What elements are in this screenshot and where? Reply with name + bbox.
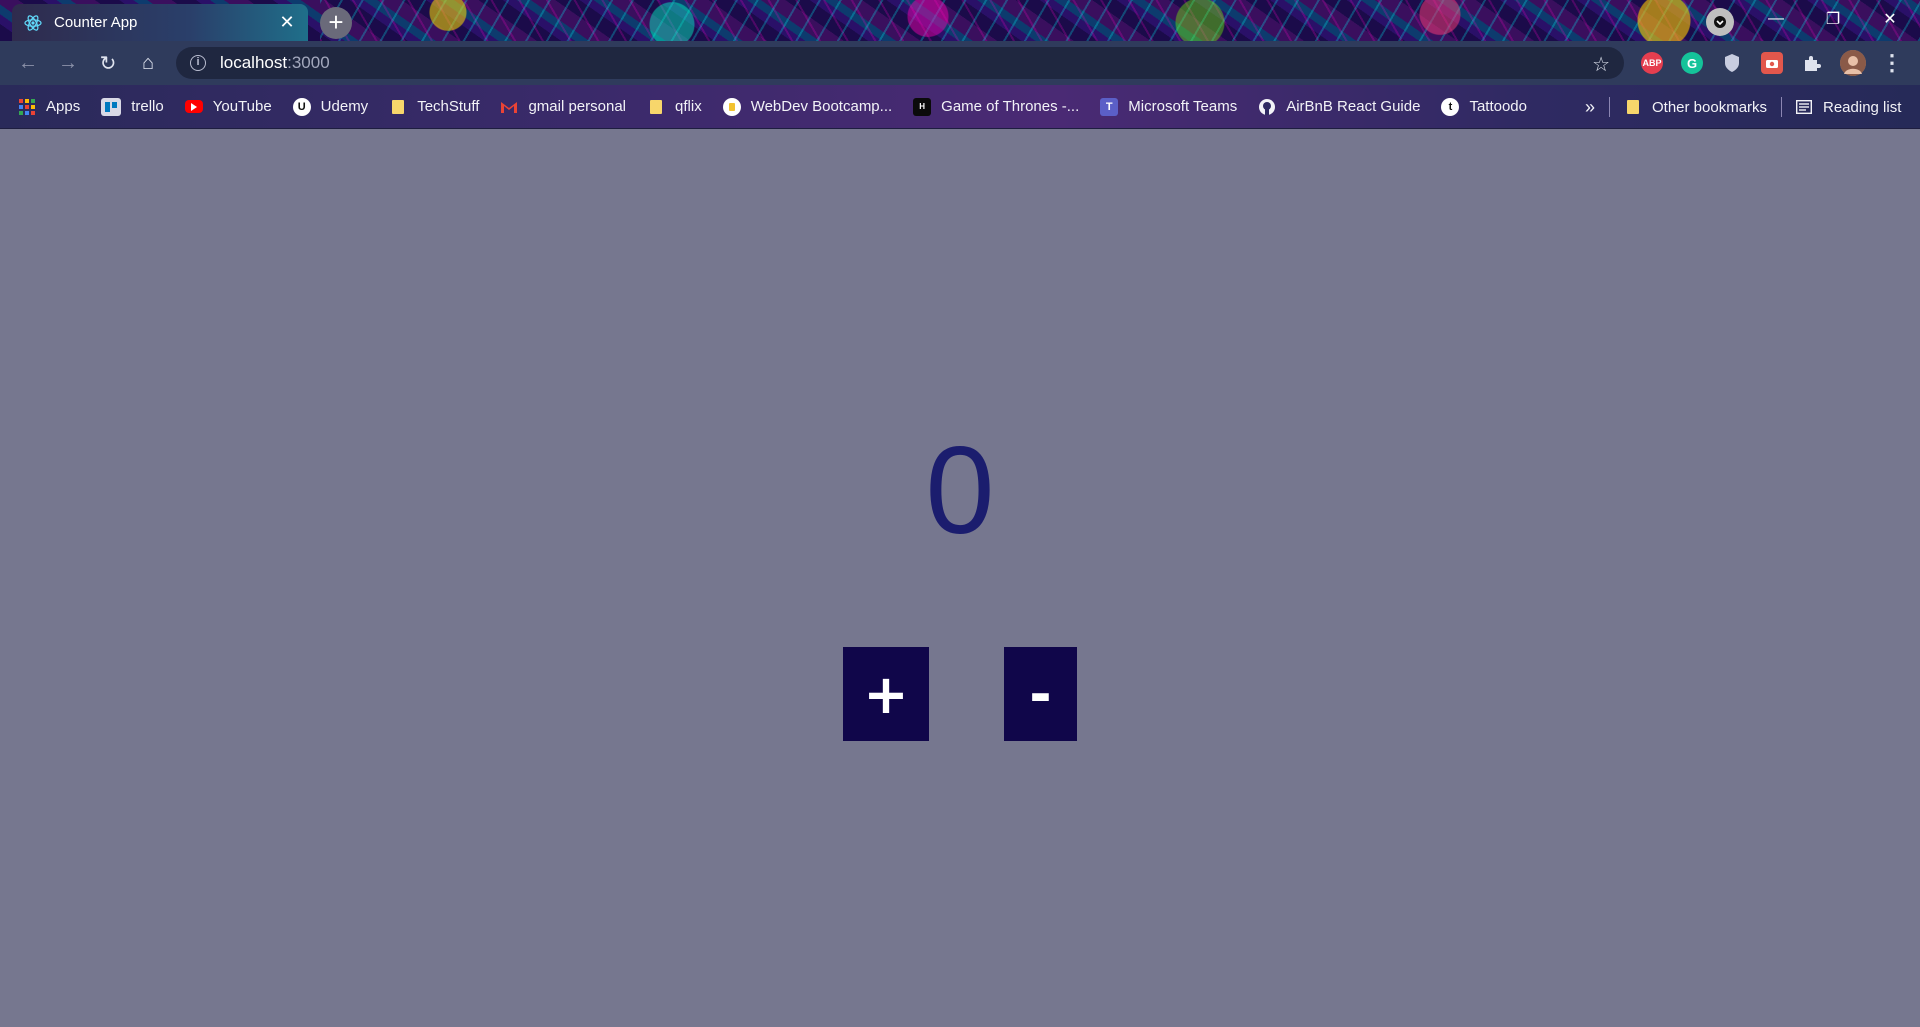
bookmark-label: Game of Thrones -... (941, 98, 1080, 115)
bookmark-airbnb-react-guide[interactable]: AirBnB React Guide (1258, 98, 1420, 116)
adblock-plus-icon[interactable]: ABP (1641, 52, 1663, 74)
bookmark-udemy[interactable]: U Udemy (292, 97, 369, 116)
bookmark-star-icon[interactable]: ☆ (1592, 52, 1610, 77)
site-info-icon[interactable]: i (190, 55, 206, 71)
tab-title: Counter App (54, 14, 138, 31)
bookmark-label: YouTube (212, 98, 272, 115)
tattoodo-icon: t (1441, 97, 1460, 116)
bookmark-tattoodo[interactable]: t Tattoodo (1441, 97, 1527, 116)
restore-button[interactable]: ❐ (1805, 0, 1861, 38)
other-bookmarks-label: Other bookmarks (1652, 98, 1768, 116)
reading-list-icon (1795, 98, 1813, 116)
tab-close-icon[interactable]: ✕ (278, 12, 296, 32)
minimize-button[interactable]: — (1748, 0, 1804, 38)
tab-counter-app[interactable]: Counter App ✕ (12, 4, 308, 41)
folder-icon (647, 98, 665, 116)
bookmark-microsoft-teams[interactable]: T Microsoft Teams (1100, 97, 1238, 116)
bookmark-label: qflix (675, 98, 702, 115)
bookmark-gmail[interactable]: gmail personal (500, 98, 626, 116)
teams-icon: T (1100, 97, 1119, 116)
bookmark-trello[interactable]: trello (101, 97, 164, 116)
bookmark-youtube[interactable]: YouTube (184, 98, 272, 115)
reading-list-label: Reading list (1823, 98, 1902, 116)
bookmarks-bar: Apps trello YouTube U Udemy TechStuff gm… (0, 85, 1920, 129)
new-tab-button[interactable]: + (320, 7, 352, 39)
page-viewport: 0 + - (0, 129, 1920, 1027)
address-bar[interactable]: i localhost:3000 ☆ (176, 47, 1624, 79)
apps-grid-icon (18, 98, 36, 116)
bookmarks-separator (1781, 97, 1782, 117)
decrement-button[interactable]: - (1004, 647, 1077, 741)
shield-extension-icon[interactable] (1721, 52, 1743, 74)
browser-title-bar: Counter App ✕ + — ❐ ✕ (0, 0, 1920, 41)
bookmark-label: trello (131, 98, 164, 115)
home-button[interactable]: ⌂ (132, 47, 164, 79)
bookmark-label: Microsoft Teams (1128, 98, 1238, 115)
back-button[interactable]: ← (12, 47, 44, 79)
folder-icon (1624, 98, 1642, 116)
bookmarks-overflow-button[interactable]: » (1585, 85, 1595, 129)
youtube-icon (184, 100, 203, 113)
trello-icon (101, 97, 122, 116)
bookmark-techstuff[interactable]: TechStuff (389, 98, 479, 116)
bootcamp-icon (722, 97, 741, 116)
bookmark-game-of-thrones[interactable]: H Game of Thrones -... (913, 97, 1080, 116)
counter-value: 0 (925, 422, 995, 560)
url-port: :3000 (287, 53, 330, 72)
hbo-icon: H (913, 97, 932, 116)
bookmark-label: TechStuff (417, 98, 480, 115)
reload-button[interactable]: ↻ (92, 47, 124, 79)
bookmark-qflix[interactable]: qflix (647, 98, 702, 116)
github-icon (1258, 98, 1276, 116)
url-host: localhost (220, 53, 288, 72)
bookmark-label: WebDev Bootcamp... (750, 98, 893, 115)
other-bookmarks[interactable]: Other bookmarks (1624, 85, 1767, 129)
profile-avatar[interactable] (1840, 50, 1866, 76)
bookmark-label: Tattoodo (1469, 98, 1527, 115)
theme-background (320, 0, 1920, 41)
reading-list[interactable]: Reading list (1795, 85, 1901, 129)
bookmarks-separator (1609, 97, 1610, 117)
forward-button[interactable]: → (52, 47, 84, 79)
bookmark-apps[interactable]: Apps (18, 98, 80, 116)
grammarly-icon[interactable]: G (1681, 52, 1703, 74)
increment-button[interactable]: + (843, 647, 929, 741)
bookmark-label: Udemy (320, 98, 369, 115)
bookmark-label: AirBnB React Guide (1286, 98, 1421, 115)
camera-extension-icon[interactable] (1761, 52, 1783, 74)
puzzle-extensions-icon[interactable] (1801, 52, 1823, 74)
bookmark-label: gmail personal (528, 98, 627, 115)
tab-search-icon[interactable] (1706, 8, 1734, 36)
browser-toolbar: ← → ↻ ⌂ i localhost:3000 ☆ ABP G ⋮ (0, 41, 1920, 85)
bookmark-webdev-bootcamp[interactable]: WebDev Bootcamp... (722, 97, 893, 116)
browser-menu-button[interactable]: ⋮ (1876, 47, 1908, 79)
folder-icon (389, 98, 407, 116)
udemy-icon: U (292, 97, 311, 116)
bookmark-label: Apps (46, 98, 81, 115)
gmail-icon (500, 98, 518, 116)
close-window-button[interactable]: ✕ (1862, 0, 1918, 38)
react-icon (24, 14, 42, 32)
